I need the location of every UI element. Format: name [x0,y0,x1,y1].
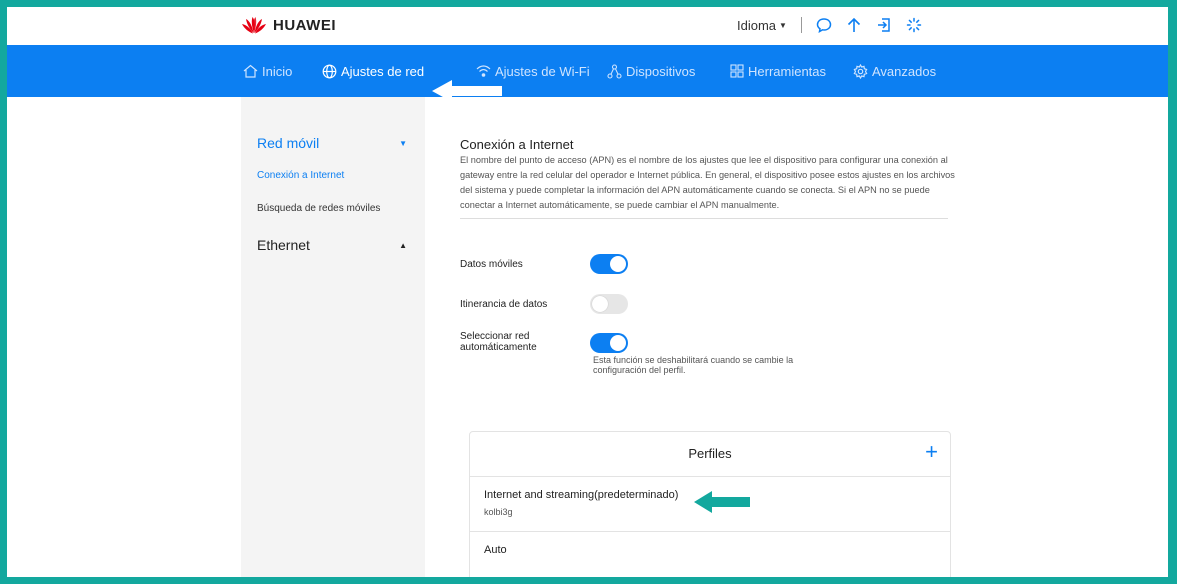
chat-icon[interactable] [816,17,832,33]
tools-icon [730,64,744,78]
annotation-arrow-teal [694,491,750,513]
home-icon [243,64,258,78]
setting-hint: Esta función se deshabilitará cuando se … [593,355,794,375]
wifi-icon [476,65,491,77]
profiles-header: Perfiles + [470,432,950,477]
nav-item-ajustes-de-red[interactable]: Ajustes de red [322,45,424,97]
router-admin-page: HUAWEI Idioma ▼ Inicio Ajustes de red Aj… [7,7,1168,577]
top-actions: Idioma ▼ [737,17,922,33]
sidebar-group-red-movil[interactable]: Red móvil ▼ [257,135,407,151]
nav-item-avanzados[interactable]: Avanzados [853,45,936,97]
language-selector[interactable]: Idioma ▼ [737,18,787,33]
logout-icon[interactable] [876,17,892,33]
nav-item-herramientas[interactable]: Herramientas [730,45,826,97]
sidebar-group-label: Red móvil [257,135,320,151]
nav-item-dispositivos[interactable]: Dispositivos [607,45,695,97]
caret-up-icon: ▲ [399,241,407,250]
setting-label-itinerancia: Itinerancia de datos [460,299,548,310]
nav-label: Inicio [262,63,293,79]
setting-label-seleccionar-red: Seleccionar red automáticamente [460,331,537,353]
toggle-datos-moviles[interactable] [590,254,628,274]
sidebar-group-label: Ethernet [257,237,310,253]
page-description: El nombre del punto de acceso (APN) es e… [460,155,955,210]
toggle-itinerancia[interactable] [590,294,628,314]
gear-icon [853,63,868,79]
nav-label: Ajustes de Wi-Fi [495,63,590,79]
page-title: Conexión a Internet [460,137,574,152]
arrow-up-icon[interactable] [846,17,862,33]
nav-item-inicio[interactable]: Inicio [243,45,292,97]
top-bar: HUAWEI Idioma ▼ [7,7,1168,45]
main-nav: Inicio Ajustes de red Ajustes de Wi-Fi D… [7,45,1168,97]
profiles-title: Perfiles [688,446,732,461]
setting-label-datos-moviles: Datos móviles [460,259,523,270]
toggle-seleccionar-red[interactable] [590,333,628,353]
brand-name: HUAWEI [273,16,336,34]
caret-down-icon: ▼ [399,139,407,148]
toggle-knob [592,296,608,312]
caret-down-icon: ▼ [779,20,787,30]
nav-label: Dispositivos [626,63,696,79]
separator [800,17,802,33]
toggle-knob [610,335,626,351]
devices-icon [607,63,622,79]
nav-label: Herramientas [748,63,827,79]
sidebar: Red móvil ▼ Conexión a Internet Búsqueda… [241,97,425,577]
language-label: Idioma [737,17,777,33]
globe-icon [322,64,337,78]
divider [460,218,948,219]
add-profile-icon[interactable]: + [925,440,938,464]
huawei-flower-icon [242,17,266,34]
sidebar-group-ethernet[interactable]: Ethernet ▲ [257,237,407,253]
profile-apn: kolbi3g [484,507,513,517]
toggle-knob [610,256,626,272]
loading-icon [906,17,922,33]
huawei-logo[interactable]: HUAWEI [241,16,336,34]
nav-label: Ajustes de red [341,63,425,79]
profile-row[interactable]: Auto [470,532,950,577]
profile-name: Internet and streaming(predeterminado) [484,489,679,501]
nav-label: Avanzados [872,63,937,79]
sidebar-item-busqueda-redes[interactable]: Búsqueda de redes móviles [257,203,380,214]
profile-name: Auto [484,544,507,556]
sidebar-item-conexion-internet[interactable]: Conexión a Internet [257,170,344,181]
